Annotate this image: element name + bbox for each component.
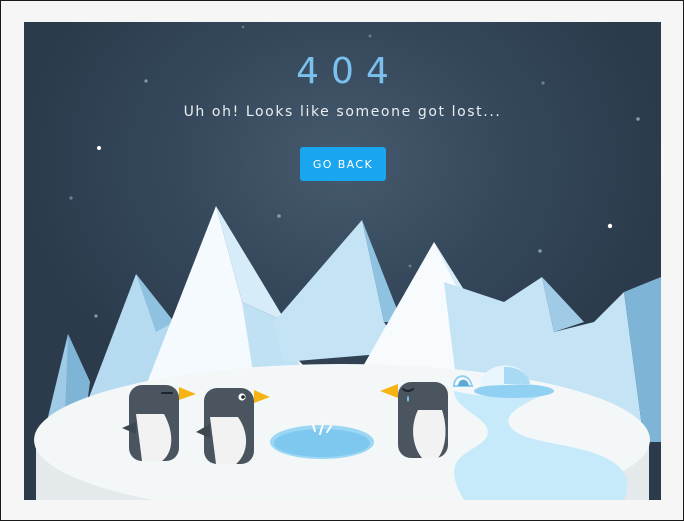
error-message: Uh oh! Looks like someone got lost... [183, 104, 502, 120]
star-icon [94, 314, 98, 318]
star-icon [277, 214, 281, 218]
star-icon [607, 223, 613, 229]
go-back-button[interactable]: GO BACK [300, 147, 386, 181]
star-icon [408, 264, 412, 268]
error-page: 404 Uh oh! Looks like someone got lost..… [24, 22, 661, 500]
star-icon [368, 34, 372, 38]
error-code: 404 [296, 51, 401, 92]
star-icon [538, 249, 542, 253]
star-icon [97, 146, 101, 150]
browser-frame: 404 Uh oh! Looks like someone got lost..… [0, 0, 684, 521]
star-icon [241, 25, 245, 29]
star-icon [69, 196, 73, 200]
